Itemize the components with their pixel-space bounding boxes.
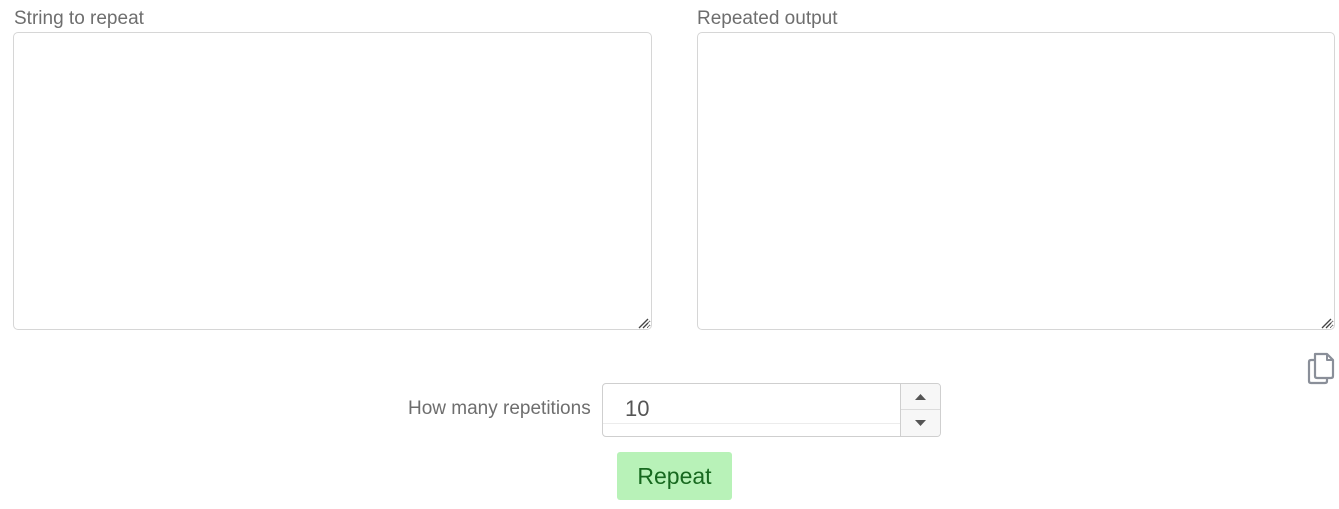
caret-up-icon [915, 394, 926, 400]
caret-down-icon [915, 420, 926, 426]
string-input[interactable] [13, 32, 652, 330]
copy-icon [1307, 352, 1335, 385]
repetitions-input[interactable]: 10 [602, 383, 941, 437]
output-textarea[interactable] [697, 32, 1335, 330]
copy-button[interactable] [1305, 350, 1337, 386]
repetitions-value[interactable]: 10 [603, 384, 901, 424]
increment-button[interactable] [901, 384, 940, 410]
decrement-button[interactable] [901, 410, 940, 436]
input-label: String to repeat [14, 8, 144, 29]
repetitions-label: How many repetitions [408, 398, 591, 419]
output-label: Repeated output [697, 8, 838, 29]
repeat-button[interactable]: Repeat [617, 452, 732, 500]
repetitions-spinner [900, 384, 940, 436]
